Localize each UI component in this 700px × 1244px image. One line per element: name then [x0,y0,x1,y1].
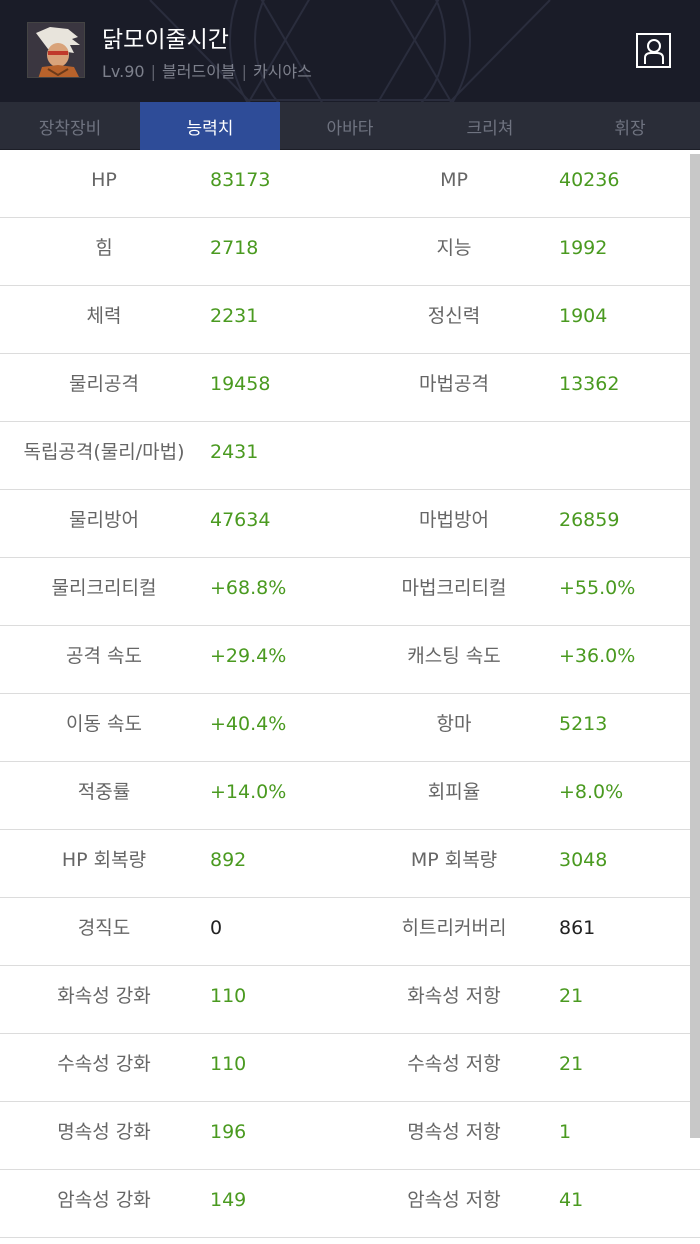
stat-row: HP 83173 MP 40236 [0,150,700,218]
stat-value: 0 [210,917,223,939]
stat-row: 화속성 강화 110 화속성 저항 21 [0,966,700,1034]
stat-label: 마법공격 [419,373,489,395]
stat-label: 암속성 강화 [57,1189,151,1211]
character-level: Lv.90 [102,62,145,81]
stat-label: 수속성 저항 [407,1053,501,1075]
stat-label: 화속성 저항 [407,985,501,1007]
stat-row: 공격 속도 +29.4% 캐스팅 속도 +36.0% [0,626,700,694]
stat-label: 수속성 강화 [57,1053,151,1075]
stat-row: 독립공격(물리/마법) 2431 [0,422,700,490]
stat-label: 물리크리티컬 [51,577,157,599]
stat-label: 물리공격 [69,373,139,395]
stat-label: 항마 [436,713,472,735]
stat-value: +40.4% [210,713,287,735]
stat-label: 힘 [95,237,113,259]
stat-row: HP 회복량 892 MP 회복량 3048 [0,830,700,898]
character-header: 닭모이줄시간 Lv.90 | 블러드이블 | 카시야스 [0,0,700,102]
stat-value: 21 [559,1053,584,1075]
stat-row: 적중률 +14.0% 회피율 +8.0% [0,762,700,830]
stat-label: 마법방어 [419,509,489,531]
stat-value: 1 [559,1121,572,1143]
stat-value: 83173 [210,169,271,191]
stat-value: +8.0% [559,781,624,803]
stat-label: 적중률 [77,781,131,803]
character-info: Lv.90 | 블러드이블 | 카시야스 [102,58,312,82]
stat-value: 47634 [210,509,271,531]
stat-row: 물리크리티컬 +68.8% 마법크리티컬 +55.0% [0,558,700,626]
tab-avatar[interactable]: 아바타 [280,102,420,150]
stat-row: 수속성 강화 110 수속성 저항 21 [0,1034,700,1102]
stat-value: 40236 [559,169,620,191]
stat-value: +68.8% [210,577,287,599]
stat-value: +36.0% [559,645,636,667]
stat-label: HP 회복량 [61,849,147,871]
stat-label: 명속성 저항 [407,1121,501,1143]
stat-value: 1904 [559,305,608,327]
stat-value: 19458 [210,373,271,395]
stat-value: +14.0% [210,781,287,803]
stat-row: 암속성 강화 149 암속성 저항 41 [0,1170,700,1238]
stat-label: 독립공격(물리/마법) [23,441,185,463]
stat-value: 5213 [559,713,608,735]
stat-row: 경직도 0 히트리커버리 861 [0,898,700,966]
person-silhouette-icon [643,38,664,64]
stat-value: 861 [559,917,596,939]
stat-value: 110 [210,985,247,1007]
stat-value: 13362 [559,373,620,395]
stat-value: 2431 [210,441,259,463]
stat-label: 캐스팅 속도 [407,645,501,667]
tab-creature[interactable]: 크리쳐 [420,102,560,150]
stat-value: 26859 [559,509,620,531]
character-avatar[interactable] [27,22,85,78]
character-name: 닭모이줄시간 [102,27,229,53]
stat-row: 이동 속도 +40.4% 항마 5213 [0,694,700,762]
stat-value: 149 [210,1189,247,1211]
stat-label: HP [91,169,117,191]
stat-value: 41 [559,1189,584,1211]
stat-label: 체력 [86,305,122,327]
stat-label: 이동 속도 [66,713,142,735]
info-separator: | [150,62,156,81]
stat-label: 회피율 [427,781,481,803]
stat-label: 히트리커버리 [401,917,507,939]
stat-value: 2231 [210,305,259,327]
tab-stats[interactable]: 능력치 [140,102,280,150]
tab-equipment[interactable]: 장착장비 [0,102,140,150]
stat-label: MP [440,169,468,191]
stat-label: 정신력 [427,305,481,327]
info-separator: | [241,62,247,81]
stat-value: 196 [210,1121,247,1143]
scrollbar[interactable] [690,154,700,1138]
stats-table: HP 83173 MP 40236 힘 2718 지능 1992 체력 2231… [0,150,700,1238]
stat-value: 1992 [559,237,608,259]
stat-value: 110 [210,1053,247,1075]
character-job: 블러드이블 [161,62,236,81]
stat-value: +29.4% [210,645,287,667]
stat-row: 명속성 강화 196 명속성 저항 1 [0,1102,700,1170]
stat-value: +55.0% [559,577,636,599]
tab-emblem[interactable]: 휘장 [560,102,700,150]
stat-label: 물리방어 [69,509,139,531]
stat-value: 21 [559,985,584,1007]
character-server: 카시야스 [252,62,312,81]
stat-value: 2718 [210,237,259,259]
stat-label: 마법크리티컬 [401,577,507,599]
stat-row: 힘 2718 지능 1992 [0,218,700,286]
stat-label: 명속성 강화 [57,1121,151,1143]
stat-value: 3048 [559,849,608,871]
stat-label: MP 회복량 [410,849,498,871]
profile-button[interactable] [636,33,671,68]
stat-row: 체력 2231 정신력 1904 [0,286,700,354]
tab-bar: 장착장비 능력치 아바타 크리쳐 휘장 [0,102,700,150]
stat-label: 경직도 [77,917,131,939]
stat-label: 공격 속도 [66,645,142,667]
stat-label: 지능 [436,237,472,259]
stat-label: 암속성 저항 [407,1189,501,1211]
stat-row: 물리공격 19458 마법공격 13362 [0,354,700,422]
stat-value: 892 [210,849,247,871]
stat-label: 화속성 강화 [57,985,151,1007]
stat-row: 물리방어 47634 마법방어 26859 [0,490,700,558]
